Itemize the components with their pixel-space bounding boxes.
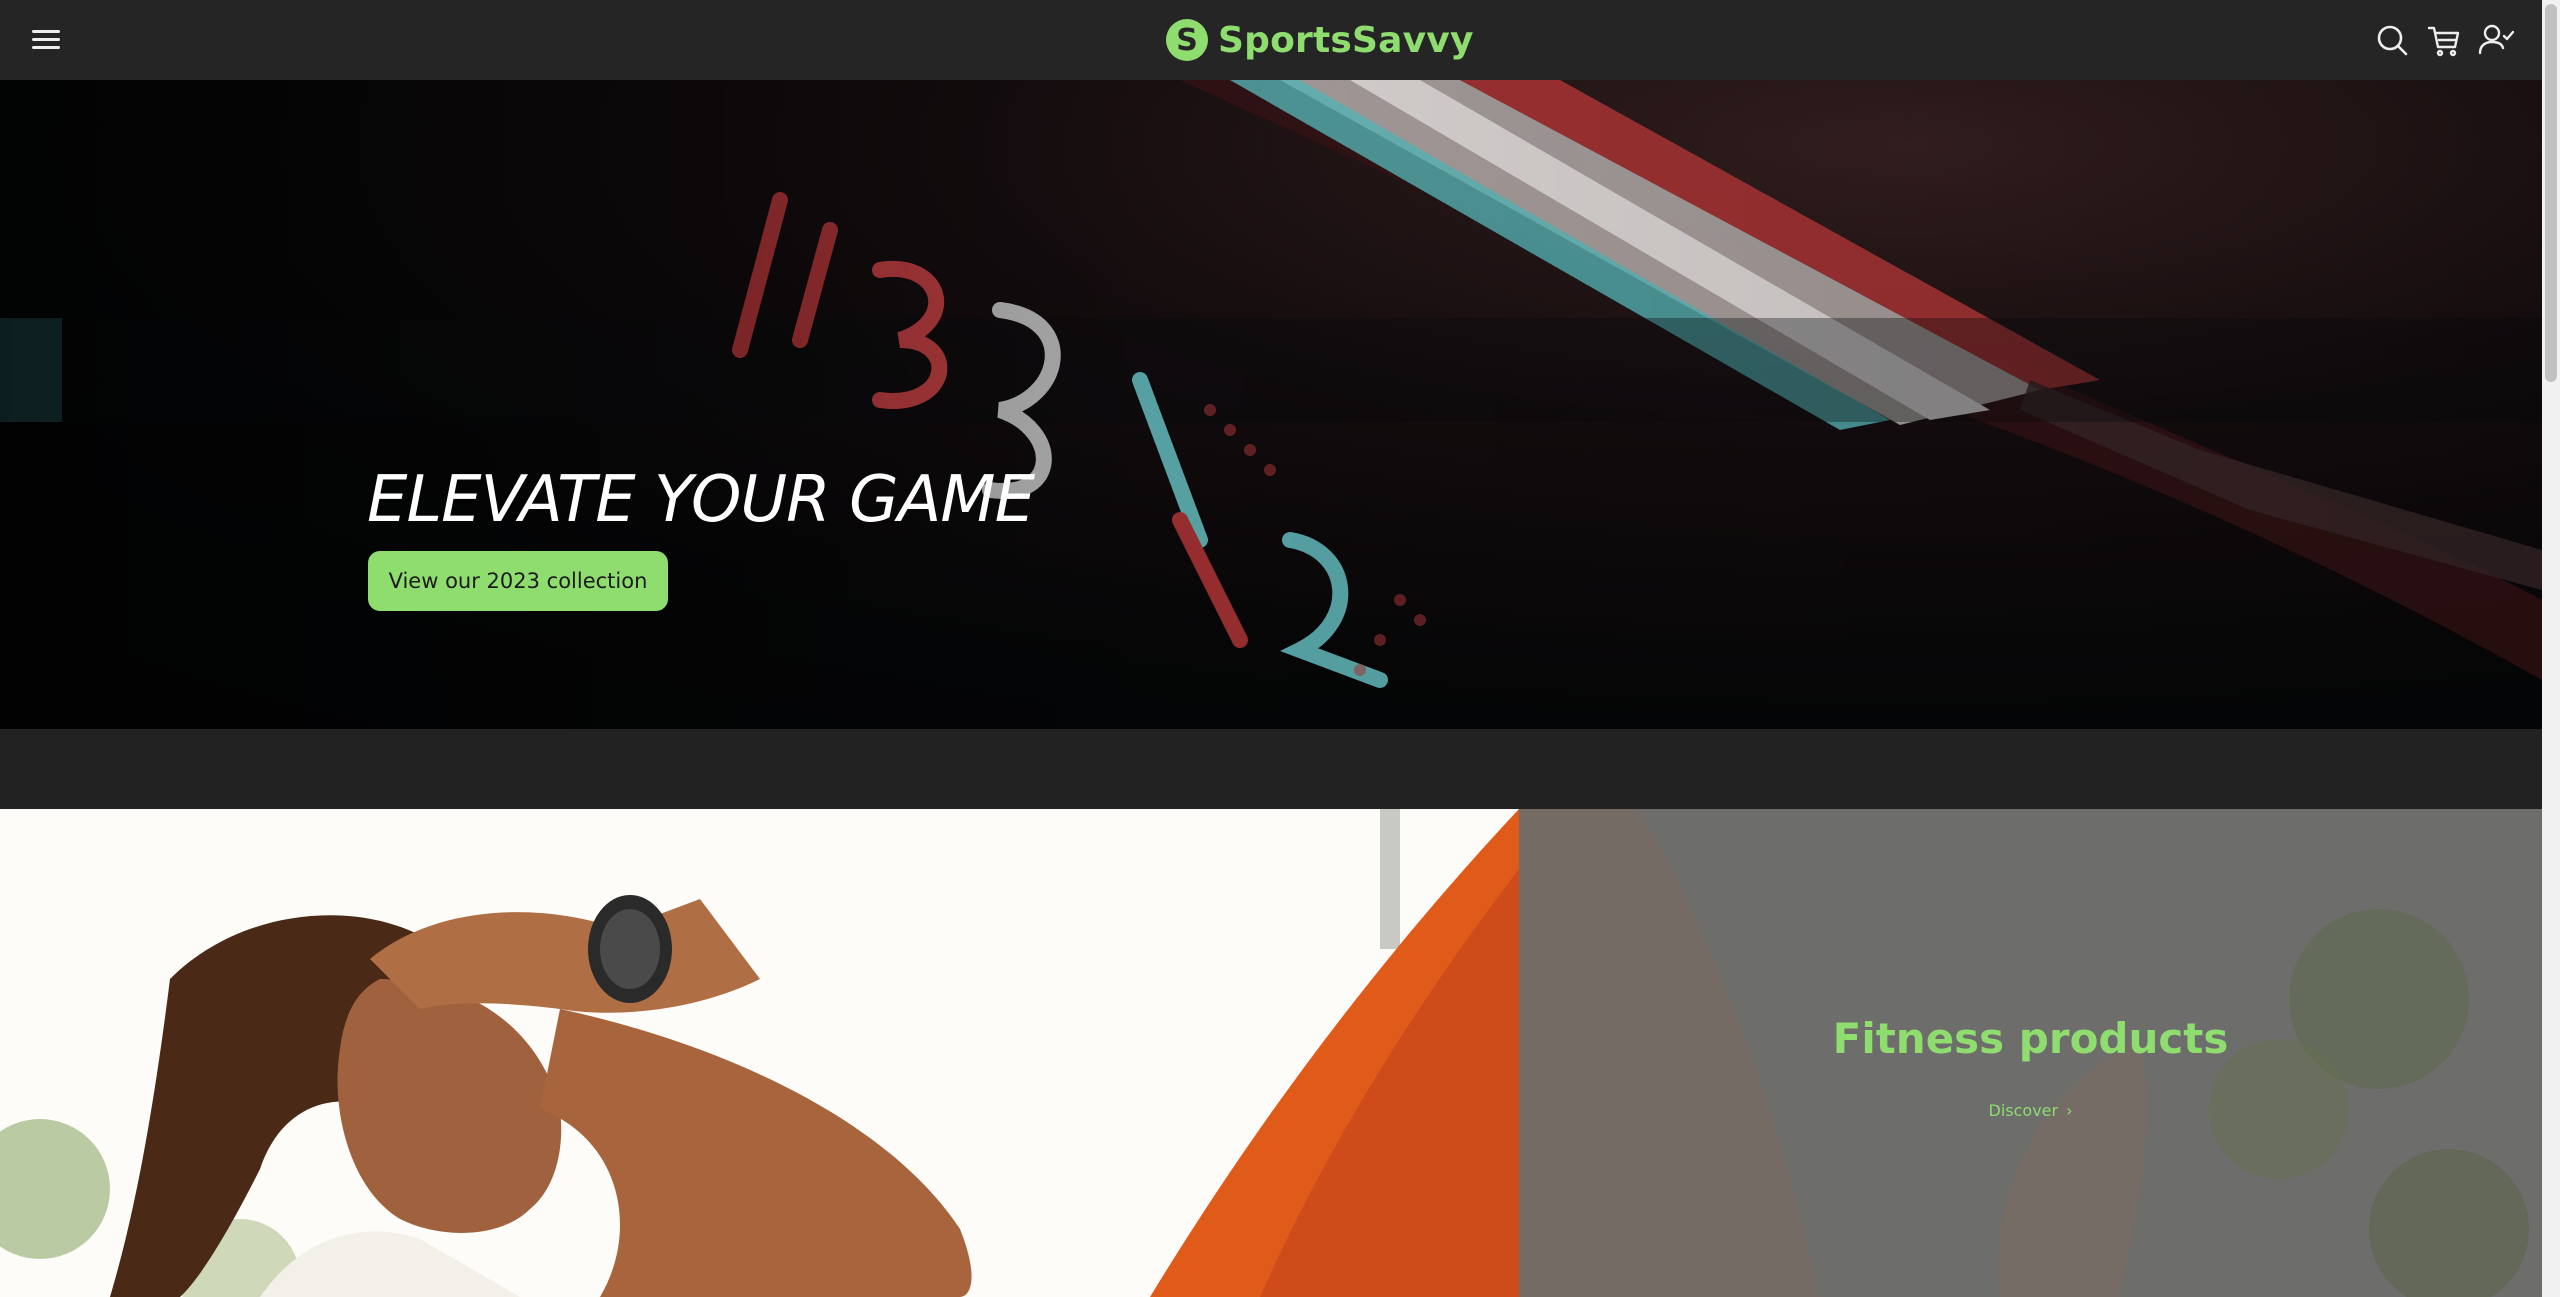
brand-logo[interactable]: S SportsSavvy [1166, 18, 1474, 62]
discover-link-label: Discover [1988, 1101, 2059, 1120]
search-icon[interactable] [2372, 20, 2412, 60]
fitness-promo-panel[interactable]: Fitness products Discover › [1519, 809, 2542, 1297]
page-scrollbar[interactable] [2542, 0, 2560, 1297]
scrollbar-thumb[interactable] [2545, 4, 2557, 382]
hamburger-menu-icon[interactable] [28, 24, 64, 56]
discover-link[interactable]: Discover › [1519, 1101, 2542, 1120]
site-header: S SportsSavvy [0, 0, 2542, 80]
hero-banner: ELEVATE YOUR GAME View our 2023 collecti… [0, 80, 2542, 729]
view-collection-button[interactable]: View our 2023 collection [368, 551, 668, 611]
hero-background-image [0, 80, 2542, 729]
logo-mark: S [1166, 19, 1208, 61]
user-account-icon[interactable] [2476, 20, 2516, 60]
athlete-photo [0, 809, 1519, 1297]
cart-icon[interactable] [2424, 20, 2464, 60]
brand-name: SportsSavvy [1218, 19, 1474, 61]
promo-title: Fitness products [1832, 1014, 2229, 1063]
featured-section: Fitness products Discover › [0, 809, 2542, 1297]
hero-title: ELEVATE YOUR GAME [367, 463, 1035, 537]
section-divider [0, 729, 2542, 809]
chevron-right-icon: › [2066, 1101, 2073, 1120]
